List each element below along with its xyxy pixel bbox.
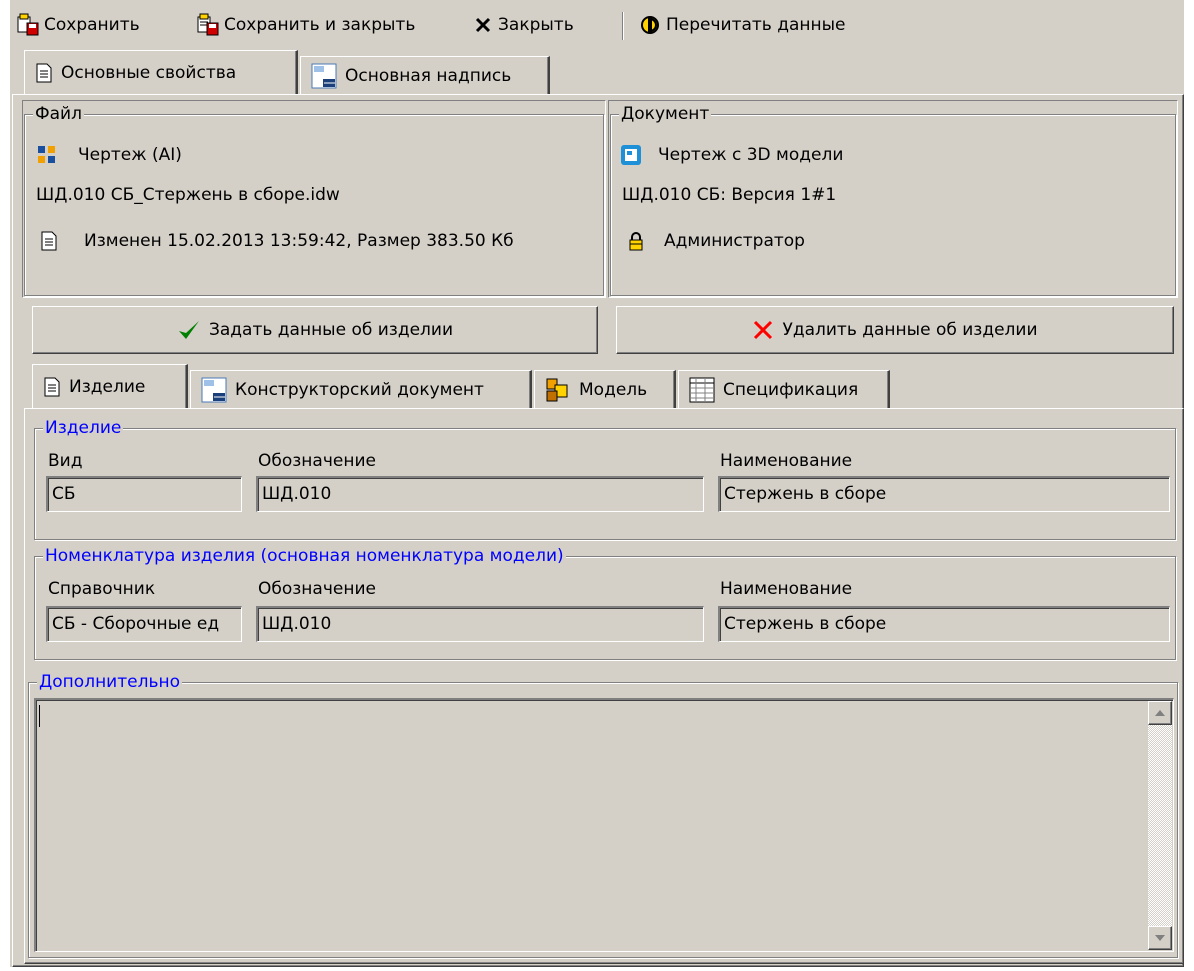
file-name-row: ШД.010 СБ_Стержень в сборе.idw <box>36 182 340 208</box>
nomenclature-name-label: Наименование <box>720 579 853 599</box>
item-name-field[interactable]: Стержень в сборе <box>718 476 1170 512</box>
tab-title-block[interactable]: Основная надпись <box>300 56 550 94</box>
item-designation-field[interactable]: ШД.010 <box>256 476 704 512</box>
document-type-text: Чертеж с 3D модели <box>658 145 844 165</box>
tab-item[interactable]: Изделие <box>32 364 188 408</box>
item-name-label: Наименование <box>720 451 853 471</box>
document-version-text: ШД.010 СБ: Версия 1#1 <box>622 185 837 205</box>
spec-table-icon <box>689 377 715 402</box>
document-icon <box>36 63 52 82</box>
save-and-close-button[interactable]: Сохранить и закрыть <box>196 12 415 38</box>
save-and-close-icon <box>197 13 219 36</box>
arrow-down-icon <box>1155 935 1165 941</box>
item-kind-field[interactable]: СБ <box>46 476 242 512</box>
nomenclature-designation-label: Обозначение <box>258 579 376 599</box>
save-label: Сохранить <box>44 15 140 35</box>
document-type-row: Чертеж с 3D модели <box>620 142 843 168</box>
save-and-close-label: Сохранить и закрыть <box>224 15 416 35</box>
vertical-scrollbar[interactable] <box>1148 701 1172 950</box>
nomenclature-directory-field[interactable]: СБ - Сборочные ед <box>46 606 242 642</box>
item-designation-label: Обозначение <box>258 451 376 471</box>
lock-icon <box>629 232 643 251</box>
reread-label: Перечитать данные <box>666 15 846 35</box>
delete-item-data-button[interactable]: Удалить данные об изделии <box>616 306 1174 354</box>
file-modified-text: Изменен 15.02.2013 13:59:42, Размер 383.… <box>84 231 514 251</box>
properties-window: Сохранить Сохранить и закрыть Закрыть Пе… <box>10 0 1184 967</box>
tab-specification-label: Спецификация <box>723 379 859 400</box>
nomenclature-designation-field[interactable]: ШД.010 <box>256 606 704 642</box>
document-icon <box>41 231 57 251</box>
extra-notes-textarea[interactable] <box>34 698 1174 952</box>
tab-model-label: Модель <box>579 379 648 400</box>
file-type-text: Чертеж (AI) <box>78 145 182 165</box>
document-icon <box>44 377 60 396</box>
tab-main-properties[interactable]: Основные свойства <box>24 50 298 94</box>
scroll-up-button[interactable] <box>1148 701 1172 725</box>
extra-group-title: Дополнительно <box>37 672 182 692</box>
nomenclature-name-field[interactable]: Стержень в сборе <box>718 606 1170 642</box>
document-version-row: ШД.010 СБ: Версия 1#1 <box>622 182 836 208</box>
close-icon <box>475 17 491 33</box>
tab-specification[interactable]: Спецификация <box>678 370 890 408</box>
tab-design-document[interactable]: Конструкторский документ <box>190 370 532 408</box>
close-label: Закрыть <box>498 15 574 35</box>
title-block-icon <box>311 63 337 88</box>
tab-model[interactable]: Модель <box>534 370 676 408</box>
delete-icon <box>754 320 773 340</box>
file-name-text: ШД.010 СБ_Стержень в сборе.idw <box>36 185 340 205</box>
document-owner-text: Администратор <box>664 231 805 251</box>
app-root: Сохранить Сохранить и закрыть Закрыть Пе… <box>0 0 1194 971</box>
document-owner-row: Администратор <box>628 228 805 254</box>
nomenclature-group-title: Номенклатура изделия (основная номенклат… <box>43 546 566 566</box>
file-group-title: Файл <box>33 104 84 124</box>
tab-design-document-label: Конструкторский документ <box>235 379 484 400</box>
reread-data-button[interactable]: Перечитать данные <box>638 12 846 38</box>
item-kind-label: Вид <box>48 451 83 471</box>
set-item-data-button[interactable]: Задать данные об изделии <box>32 306 598 354</box>
set-item-data-label: Задать данные об изделии <box>208 320 454 340</box>
close-button[interactable]: Закрыть <box>472 12 574 38</box>
tab-item-label: Изделие <box>69 376 146 397</box>
toolbar-separator <box>622 12 624 40</box>
toolbar: Сохранить Сохранить и закрыть Закрыть Пе… <box>10 0 1184 50</box>
drawing-3d-icon <box>621 145 641 165</box>
document-group-title: Документ <box>619 104 712 124</box>
tab-main-properties-label: Основные свойства <box>61 62 237 83</box>
file-modified-row: Изменен 15.02.2013 13:59:42, Размер 383.… <box>40 228 514 254</box>
item-group-title: Изделие <box>43 418 124 438</box>
text-caret <box>39 705 40 727</box>
file-type-row: Чертеж (AI) <box>36 142 182 168</box>
tab-title-block-label: Основная надпись <box>345 65 512 86</box>
drawing-file-icon <box>38 146 55 163</box>
checkmark-icon <box>178 321 199 339</box>
title-block-icon <box>201 377 227 402</box>
save-icon <box>17 13 39 36</box>
nomenclature-directory-label: Справочник <box>48 579 156 599</box>
arrow-up-icon <box>1155 710 1165 716</box>
reread-icon <box>641 16 659 34</box>
scroll-down-button[interactable] <box>1148 926 1172 950</box>
model-icon <box>546 378 568 401</box>
delete-item-data-label: Удалить данные об изделии <box>782 320 1038 340</box>
save-button[interactable]: Сохранить <box>16 12 140 38</box>
